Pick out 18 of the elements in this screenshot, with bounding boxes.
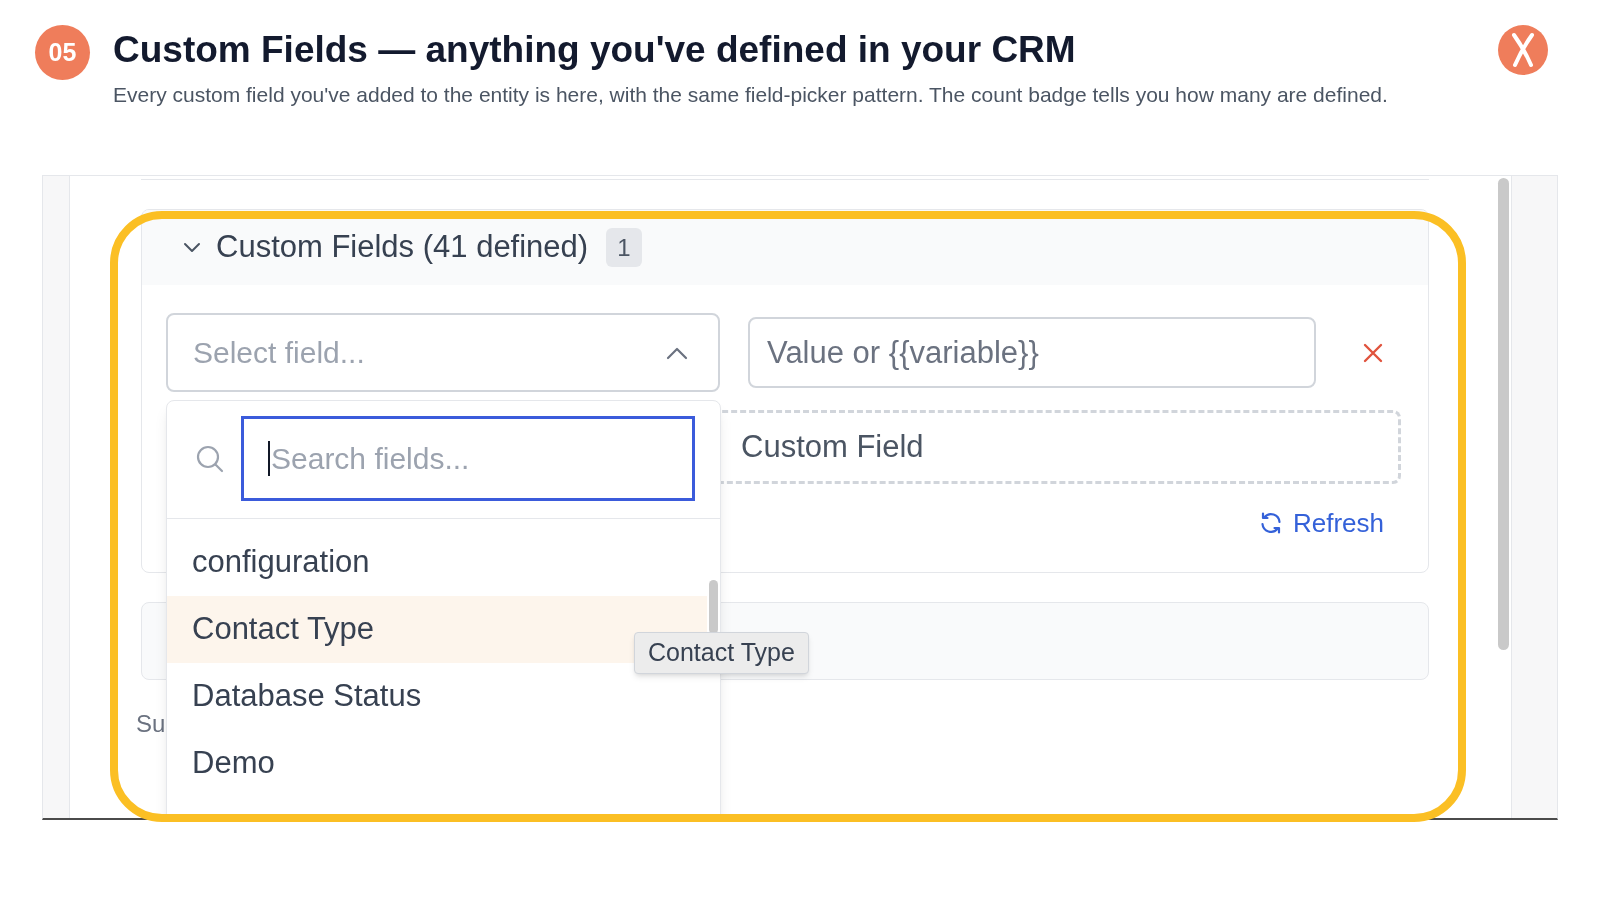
close-icon[interactable]	[1363, 342, 1383, 363]
tooltip: Contact Type	[634, 632, 809, 674]
section-title: Custom Fields (41 defined)	[216, 228, 589, 267]
scrollbar-thumb[interactable]	[1498, 178, 1509, 650]
chevron-up-icon[interactable]	[666, 345, 688, 360]
refresh-link[interactable]: Refresh	[1258, 508, 1384, 538]
count-badge: 1	[606, 228, 642, 267]
value-input[interactable]: Value or {{variable}}	[748, 317, 1316, 388]
text-cursor-icon	[268, 441, 270, 476]
search-icon	[196, 445, 224, 473]
search-input[interactable]: Search fields...	[241, 416, 695, 501]
label-text: Su	[136, 710, 166, 738]
logo-icon	[1498, 25, 1548, 75]
slide-subtitle: Every custom field you've added to the entity is here, with the same field-picker pattern. The count badge tells you how many are defined.	[113, 82, 1388, 108]
step-badge: 05	[35, 25, 90, 80]
scrollbar-thumb[interactable]	[709, 580, 718, 634]
slide-title: Custom Fields — anything you've defined in your CRM	[113, 29, 1076, 71]
refresh-icon	[1258, 511, 1283, 535]
